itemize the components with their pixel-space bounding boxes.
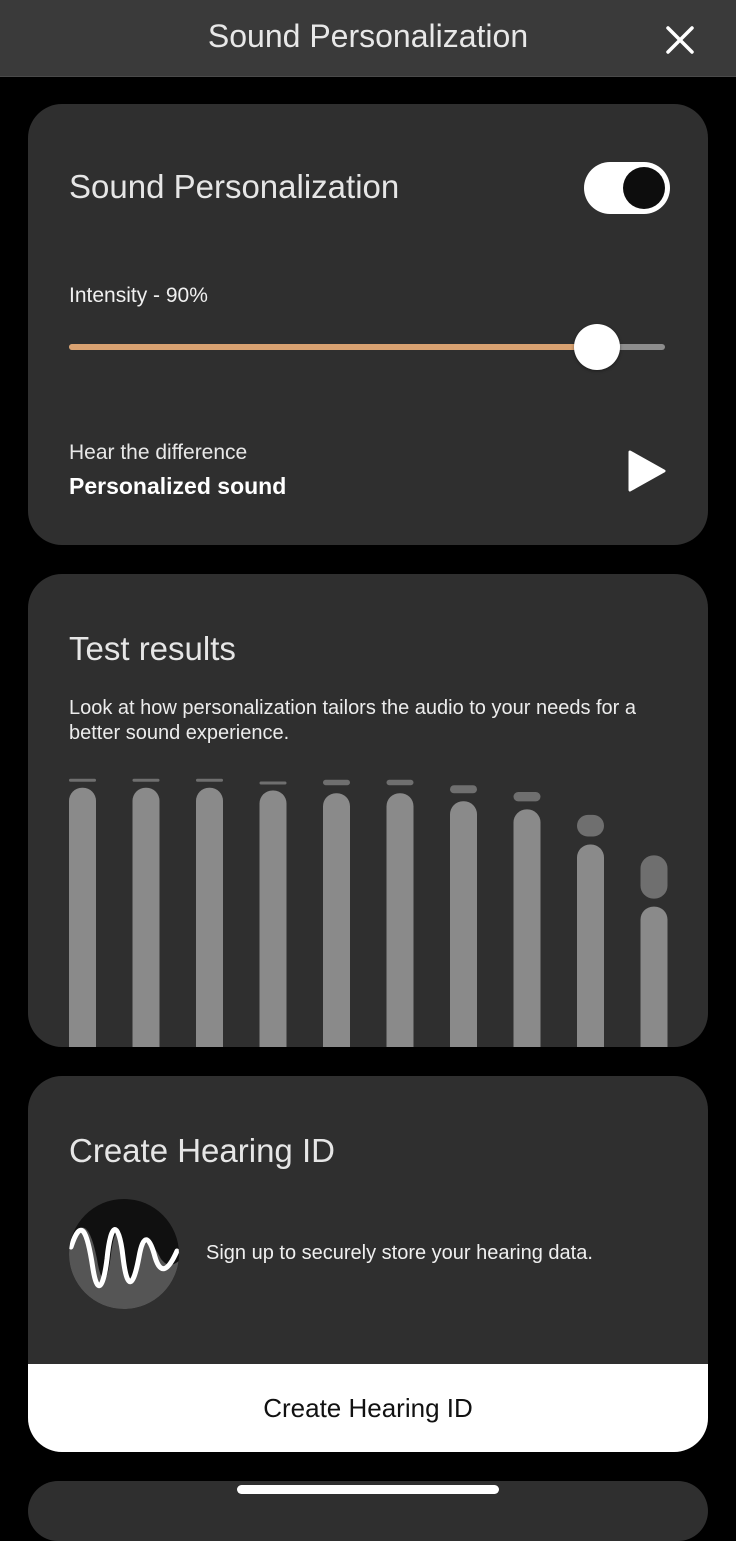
- frequency-bar: [386, 793, 414, 1047]
- test-results-chart: [69, 778, 668, 1047]
- personalization-toggle[interactable]: [584, 162, 670, 214]
- boost-cap: [513, 791, 541, 802]
- play-icon[interactable]: [624, 448, 668, 494]
- frequency-bar: [323, 793, 350, 1047]
- close-icon[interactable]: [662, 22, 698, 58]
- frequency-bar: [450, 801, 477, 1047]
- boost-cap: [69, 778, 96, 782]
- hearing-id-title: Create Hearing ID: [69, 1132, 335, 1169]
- boost-cap: [132, 778, 160, 782]
- boost-cap: [259, 781, 287, 785]
- frequency-bar: [640, 906, 668, 1047]
- boost-cap: [577, 814, 604, 837]
- personalized-sound-label: Personalized sound: [69, 473, 287, 499]
- boost-cap: [640, 855, 668, 899]
- frequency-bar: [259, 790, 287, 1047]
- hear-difference-label: Hear the difference: [69, 441, 248, 464]
- boost-cap: [323, 779, 350, 786]
- boost-cap: [386, 779, 414, 786]
- slider-thumb[interactable]: [574, 324, 621, 370]
- toggle-knob: [623, 167, 665, 209]
- boost-cap: [196, 778, 223, 782]
- top-bar: Sound Personalization: [0, 0, 736, 77]
- hearing-wave-icon: [69, 1199, 179, 1309]
- frequency-bar: [132, 787, 160, 1047]
- boost-cap: [450, 785, 477, 794]
- create-hearing-id-button[interactable]: Create Hearing ID: [28, 1364, 708, 1452]
- intensity-label: Intensity - 90%: [69, 284, 208, 307]
- personalization-card: Sound Personalization Intensity - 90% He…: [28, 104, 708, 545]
- frequency-bar: [577, 844, 604, 1047]
- personalization-title: Sound Personalization: [69, 168, 400, 205]
- frequency-bar: [513, 809, 541, 1047]
- frequency-bar: [69, 787, 96, 1047]
- hearing-id-card: Create Hearing ID Sign up to securely st…: [28, 1076, 708, 1452]
- intensity-slider[interactable]: [69, 322, 665, 372]
- slider-fill: [69, 344, 598, 350]
- frequency-bar: [196, 787, 223, 1047]
- test-results-card: Test results Look at how personalization…: [28, 574, 708, 1047]
- home-indicator: [237, 1485, 499, 1494]
- hearing-id-description: Sign up to securely store your hearing d…: [206, 1242, 593, 1264]
- page-title: Sound Personalization: [207, 18, 529, 54]
